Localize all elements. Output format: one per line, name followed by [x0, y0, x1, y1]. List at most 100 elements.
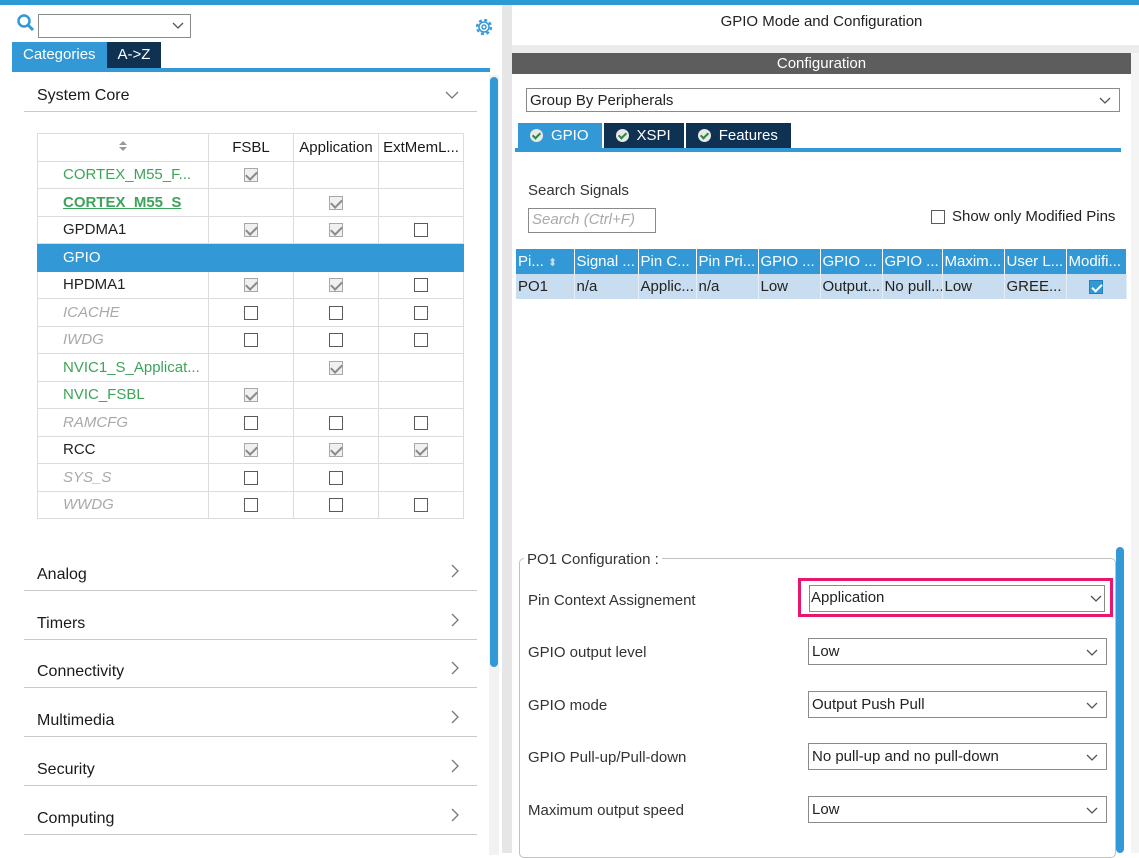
table-row[interactable]: IWDG	[38, 326, 464, 354]
config-scrollbar-thumb[interactable]	[1116, 547, 1124, 853]
col-header-application[interactable]: Application	[294, 134, 379, 162]
checkbox-unchecked[interactable]	[244, 306, 258, 320]
checkbox-checked[interactable]	[329, 278, 343, 292]
table-row[interactable]: NVIC_FSBL	[38, 381, 464, 409]
col-header[interactable]: GPIO ...	[882, 249, 942, 274]
table-row[interactable]: CORTEX_M55_F...	[38, 161, 464, 189]
checkbox-checked[interactable]	[244, 223, 258, 237]
checkbox-unchecked[interactable]	[244, 498, 258, 512]
section-timers[interactable]: Timers	[24, 600, 477, 640]
table-row[interactable]: ICACHE	[38, 299, 464, 327]
show-modified-checkbox[interactable]: Show only Modified Pins	[931, 208, 1115, 225]
table-row[interactable]: GPDMA1	[38, 216, 464, 244]
col-header[interactable]: Maxim...	[942, 249, 1004, 274]
table-row[interactable]: NVIC1_S_Applicat...	[38, 354, 464, 382]
table-row[interactable]: PO1 n/a Applic... n/a Low Output... No p…	[516, 274, 1126, 299]
sort-header[interactable]	[38, 134, 209, 162]
checkbox-checked[interactable]	[414, 443, 428, 457]
table-row-selected[interactable]: GPIO	[38, 244, 464, 272]
checkbox-unchecked[interactable]	[414, 306, 428, 320]
checkbox-checked[interactable]	[244, 443, 258, 457]
checkbox-checked[interactable]	[244, 168, 258, 182]
tab-categories[interactable]: Categories	[12, 42, 107, 68]
group-by-select[interactable]: Group By Peripherals	[526, 88, 1120, 112]
search-combo[interactable]	[38, 14, 191, 38]
row-name[interactable]: NVIC_FSBL	[38, 381, 209, 409]
tab-xspi[interactable]: XSPI	[604, 123, 684, 148]
checkbox-unchecked[interactable]	[329, 498, 343, 512]
chevron-right-icon	[451, 661, 459, 675]
gpio-output-level-select[interactable]: Low	[808, 638, 1107, 665]
row-name[interactable]: IWDG	[38, 326, 209, 354]
col-header[interactable]: Pin Pri...	[696, 249, 758, 274]
tab-gpio[interactable]: GPIO	[518, 123, 602, 148]
gear-icon[interactable]	[473, 16, 495, 38]
checkbox-unchecked[interactable]	[244, 333, 258, 347]
table-row[interactable]: WWDG	[38, 491, 464, 519]
row-name[interactable]: GPDMA1	[38, 216, 209, 244]
checkbox-unchecked[interactable]	[329, 416, 343, 430]
checkbox-unchecked[interactable]	[414, 498, 428, 512]
modified-checkbox[interactable]	[1089, 280, 1103, 294]
panel-splitter[interactable]	[502, 5, 512, 853]
section-security[interactable]: Security	[24, 746, 477, 786]
section-connectivity[interactable]: Connectivity	[24, 648, 477, 688]
peripheral-table: FSBL Application ExtMemL... CORTEX_M55_F…	[37, 133, 464, 519]
section-label: Computing	[37, 810, 114, 828]
row-name[interactable]: WWDG	[38, 491, 209, 519]
checkbox-checked[interactable]	[329, 443, 343, 457]
row-name[interactable]: HPDMA1	[38, 271, 209, 299]
tab-features[interactable]: Features	[686, 123, 791, 148]
max-output-speed-select[interactable]: Low	[808, 796, 1107, 823]
col-header-extmem[interactable]: ExtMemL...	[379, 134, 464, 162]
row-name[interactable]: RAMCFG	[38, 409, 209, 437]
checkbox-unchecked[interactable]	[414, 333, 428, 347]
gpio-mode-select[interactable]: Output Push Pull	[808, 691, 1107, 718]
checkbox-checked[interactable]	[244, 388, 258, 402]
checkbox-unchecked[interactable]	[414, 416, 428, 430]
row-name[interactable]: SYS_S	[38, 464, 209, 492]
checkbox-unchecked[interactable]	[414, 223, 428, 237]
search-signals-input[interactable]: Search (Ctrl+F)	[528, 208, 656, 233]
table-row[interactable]: HPDMA1	[38, 271, 464, 299]
section-computing[interactable]: Computing	[24, 795, 477, 835]
col-header[interactable]: Pi... ⬍	[516, 249, 574, 274]
checkbox-checked[interactable]	[244, 278, 258, 292]
checkbox-unchecked[interactable]	[329, 471, 343, 485]
table-row[interactable]: CORTEX_M55_S	[38, 189, 464, 217]
row-name[interactable]: ICACHE	[38, 299, 209, 327]
table-row[interactable]: SYS_S	[38, 464, 464, 492]
checkbox-unchecked[interactable]	[244, 471, 258, 485]
pin-context-select[interactable]: Application	[798, 578, 1113, 617]
checkbox-unchecked[interactable]	[244, 416, 258, 430]
row-name[interactable]: GPIO	[38, 244, 209, 272]
checkbox-unchecked[interactable]	[414, 278, 428, 292]
col-header[interactable]: GPIO ...	[758, 249, 820, 274]
checkbox-checked[interactable]	[329, 196, 343, 210]
col-header[interactable]: User L...	[1004, 249, 1066, 274]
checkbox-unchecked[interactable]	[931, 210, 945, 224]
table-row[interactable]: RCC	[38, 436, 464, 464]
checkbox-checked[interactable]	[329, 361, 343, 375]
section-analog[interactable]: Analog	[24, 551, 477, 591]
tab-a-to-z[interactable]: A->Z	[107, 42, 162, 68]
col-header[interactable]: Modifi...	[1066, 249, 1126, 274]
col-header-fsbl[interactable]: FSBL	[209, 134, 294, 162]
row-name[interactable]: CORTEX_M55_F...	[38, 161, 209, 189]
checkbox-unchecked[interactable]	[329, 333, 343, 347]
col-header[interactable]: Pin C...	[638, 249, 696, 274]
left-scrollbar-thumb[interactable]	[490, 77, 498, 667]
col-header[interactable]: Signal ...	[574, 249, 638, 274]
gpio-pull-select[interactable]: No pull-up and no pull-down	[808, 743, 1107, 770]
table-row[interactable]: RAMCFG	[38, 409, 464, 437]
search-icon[interactable]	[17, 14, 35, 32]
row-name[interactable]: NVIC1_S_Applicat...	[38, 354, 209, 382]
section-system-core[interactable]: System Core	[24, 72, 477, 112]
col-header[interactable]: GPIO ...	[820, 249, 882, 274]
section-multimedia[interactable]: Multimedia	[24, 697, 477, 737]
right-scrollbar-track[interactable]	[1131, 53, 1139, 853]
row-name[interactable]: CORTEX_M55_S	[38, 189, 209, 217]
checkbox-checked[interactable]	[329, 223, 343, 237]
checkbox-unchecked[interactable]	[329, 306, 343, 320]
row-name[interactable]: RCC	[38, 436, 209, 464]
